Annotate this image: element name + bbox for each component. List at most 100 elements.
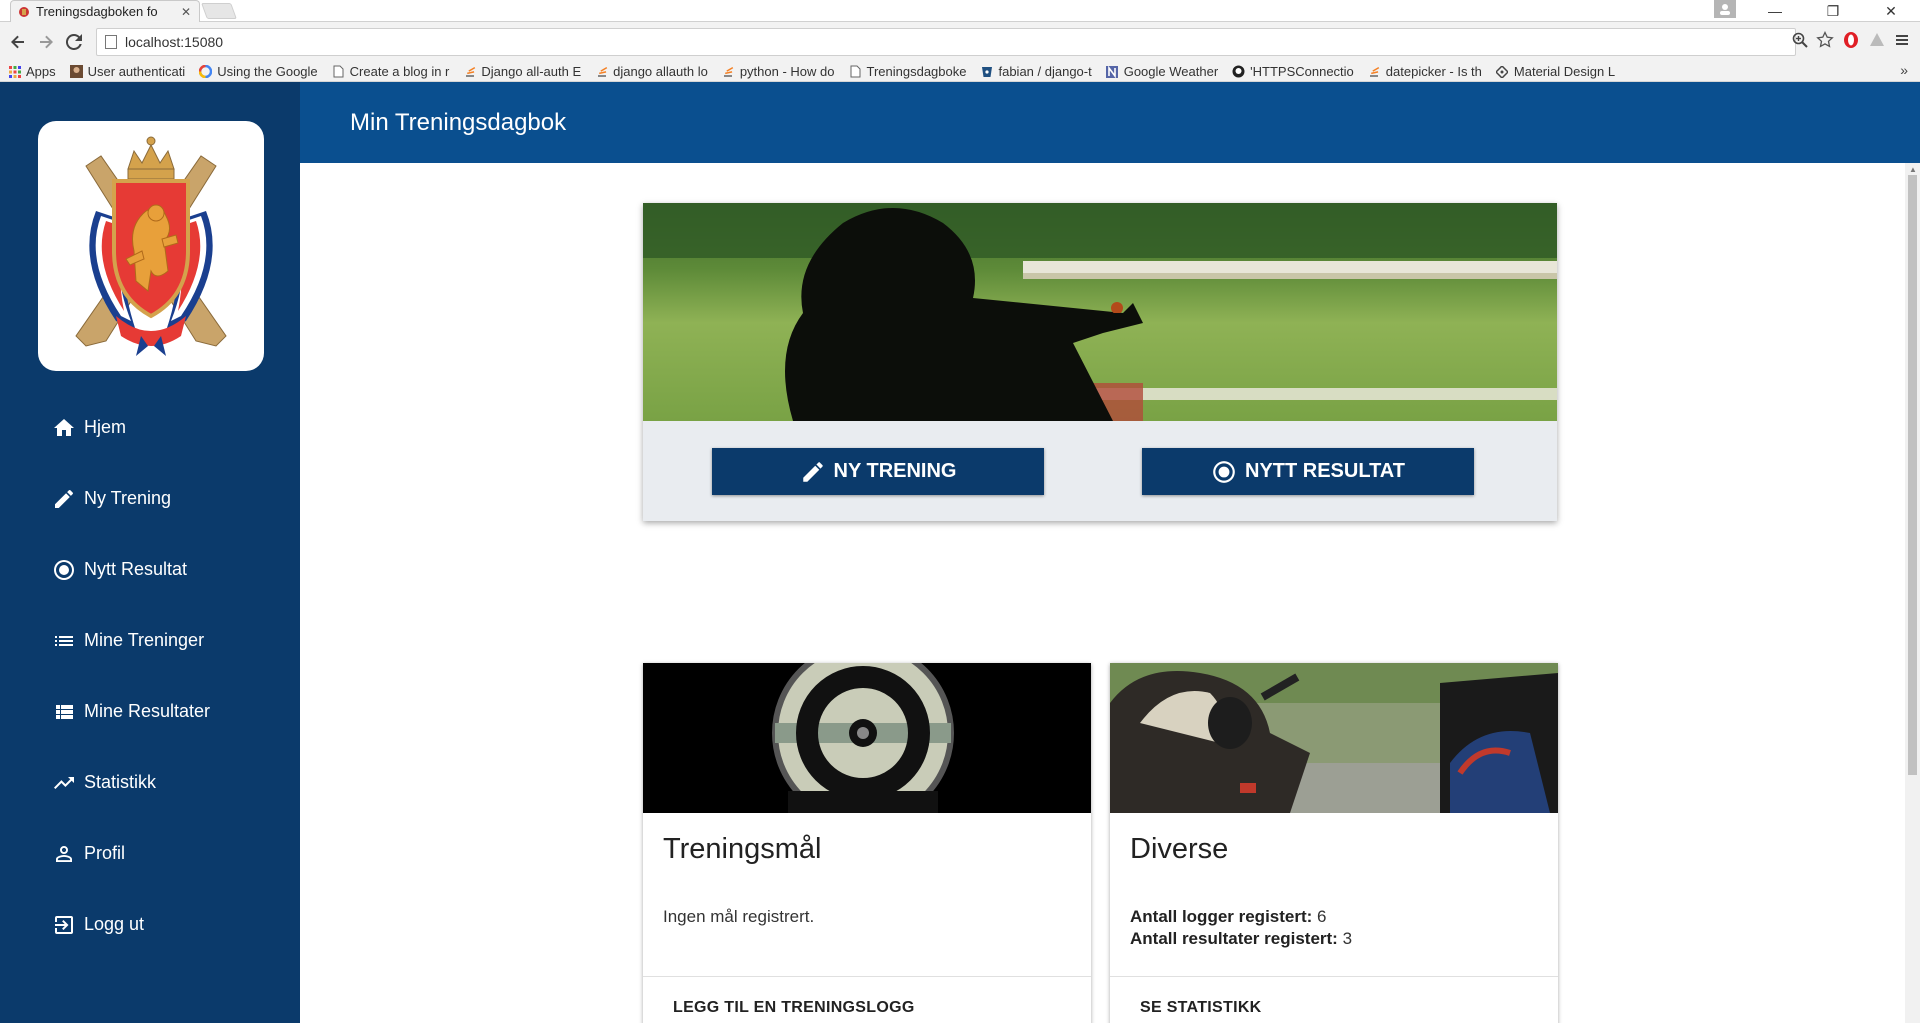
sidebar-item-label: Profil	[84, 843, 126, 863]
target-icon	[52, 558, 76, 582]
bookmark-label: Google Weather	[1123, 64, 1219, 79]
bookmarks-more-button[interactable]: »	[1900, 62, 1908, 78]
bookmark-item[interactable]: Treningsdagboke	[849, 64, 967, 79]
coat-of-arms-icon	[75, 136, 227, 356]
trending-icon	[52, 771, 76, 795]
sidebar-item-ny-trening[interactable]: Ny Trening	[0, 463, 300, 534]
minimize-icon[interactable]: —	[1746, 3, 1804, 19]
bookmark-label: fabian / django-t	[998, 64, 1092, 79]
scrollbar[interactable]: ▲	[1905, 163, 1920, 1023]
app-header: Min Treningsdagbok	[300, 82, 1920, 163]
profile-icon[interactable]	[1714, 0, 1736, 18]
google-icon	[199, 65, 213, 78]
se-statistikk-button[interactable]: SE STATISTIKK	[1130, 993, 1272, 1023]
bookmark-item[interactable]: datepicker - Is th	[1368, 64, 1482, 79]
sidebar-item-mine-resultater[interactable]: Mine Resultater	[0, 676, 300, 747]
bookmark-label: Django all-auth E	[481, 64, 582, 79]
sidebar: Hjem Ny Trening Nytt Resultat Mine Treni…	[0, 82, 300, 1023]
logo[interactable]	[38, 121, 264, 371]
hero-image	[643, 203, 1557, 421]
n-icon	[1106, 65, 1119, 78]
bookmark-item[interactable]: User authenticati	[69, 64, 185, 79]
legg-til-treningslogg-button[interactable]: LEGG TIL EN TRENINGSLOGG	[663, 993, 925, 1023]
ny-trening-label: NY TRENING	[833, 460, 957, 482]
bookmark-label: django allauth lo	[613, 64, 708, 79]
bookmark-label: Treningsdagboke	[866, 64, 967, 79]
bookmark-label: python - How do	[739, 64, 835, 79]
logout-icon	[52, 913, 76, 937]
no-goals-text: Ingen mål registrert.	[663, 907, 815, 926]
sidebar-item-label: Ny Trening	[84, 488, 172, 508]
bookmark-item[interactable]: Django all-auth E	[463, 64, 581, 79]
browser-toolbar: localhost:15080	[0, 22, 1920, 62]
bookmark-item[interactable]: Using the Google	[199, 64, 318, 79]
close-window-icon[interactable]: ✕	[1862, 3, 1920, 20]
favicon-icon	[17, 5, 31, 19]
url-text: localhost:15080	[125, 34, 224, 50]
stackoverflow-icon	[595, 65, 608, 78]
card-body: Antall logger registert: 6 Antall result…	[1130, 906, 1352, 950]
bookmark-item[interactable]: fabian / django-t	[980, 64, 1092, 79]
opera-icon[interactable]	[1842, 31, 1860, 54]
bookmark-item[interactable]: Google Weather	[1106, 64, 1218, 79]
back-arrow-icon[interactable]	[4, 28, 32, 56]
stat-label: Antall resultater registert:	[1130, 929, 1338, 948]
stackoverflow-icon	[1368, 65, 1381, 78]
menu-icon[interactable]	[1894, 32, 1910, 53]
sidebar-item-label: Hjem	[84, 417, 127, 437]
material-icon	[1496, 65, 1509, 78]
nytt-resultat-button[interactable]: NYTT RESULTAT	[1142, 448, 1474, 495]
card-title: Treningsmål	[663, 833, 822, 865]
stackoverflow-icon	[463, 65, 476, 78]
tab-title: Treningsdagboken fo	[36, 4, 158, 19]
apps-grid-icon	[8, 65, 21, 78]
bookmark-item[interactable]: django allauth lo	[595, 64, 708, 79]
new-tab-button[interactable]	[201, 3, 237, 19]
scrollbar-thumb[interactable]	[1908, 175, 1917, 775]
bookmark-label: Apps	[26, 64, 56, 79]
target-icon	[1211, 459, 1237, 485]
bookmark-label: datepicker - Is th	[1385, 64, 1482, 79]
bookmark-item[interactable]: Create a blog in r	[332, 64, 450, 79]
reload-icon[interactable]	[60, 28, 88, 56]
scope-image	[643, 663, 1091, 813]
tab-close-icon[interactable]: ✕	[179, 5, 193, 19]
sidebar-item-profil[interactable]: Profil	[0, 818, 300, 889]
card-divider	[643, 976, 1091, 977]
sidebar-item-nytt-resultat[interactable]: Nytt Resultat	[0, 534, 300, 605]
bookmark-item[interactable]: 'HTTPSConnectio	[1232, 64, 1354, 79]
browser-tab[interactable]: Treningsdagboken fo ✕	[10, 0, 200, 22]
pencil-icon	[52, 487, 76, 511]
extension-icon[interactable]	[1868, 31, 1886, 54]
sidebar-item-statistikk[interactable]: Statistikk	[0, 747, 300, 818]
page-icon	[849, 65, 862, 78]
stat-row: Antall resultater registert: 3	[1130, 928, 1352, 950]
bookmark-item[interactable]: Material Design L	[1496, 64, 1615, 79]
restore-icon[interactable]: ❐	[1804, 3, 1862, 20]
stat-value: 3	[1342, 929, 1353, 948]
table-icon	[52, 700, 76, 724]
scroll-up-icon[interactable]: ▲	[1909, 165, 1917, 174]
bitbucket-icon	[980, 65, 993, 78]
card-divider	[1110, 976, 1558, 977]
zoom-icon[interactable]	[1792, 32, 1808, 53]
address-bar[interactable]: localhost:15080	[96, 28, 1796, 56]
sidebar-item-logg-ut[interactable]: Logg ut	[0, 889, 300, 960]
sidebar-item-label: Statistikk	[84, 772, 157, 792]
stackoverflow-icon	[722, 65, 735, 78]
sidebar-item-mine-treninger[interactable]: Mine Treninger	[0, 605, 300, 676]
bookmarks-bar: Apps User authenticati Using the Google Cre…	[0, 62, 1920, 82]
forward-arrow-icon[interactable]	[32, 28, 60, 56]
stat-label: Antall logger registert:	[1130, 907, 1313, 926]
bookmark-label: Using the Google	[217, 64, 318, 79]
sidebar-item-hjem[interactable]: Hjem	[0, 392, 300, 463]
stat-value: 6	[1317, 907, 1327, 926]
ny-trening-button[interactable]: NY TRENING	[712, 448, 1044, 495]
bookmark-item[interactable]: python - How do	[722, 64, 835, 79]
star-icon[interactable]	[1816, 30, 1834, 54]
bookmark-item[interactable]: Apps	[8, 64, 56, 79]
app-root: Hjem Ny Trening Nytt Resultat Mine Treni…	[0, 82, 1920, 1023]
card-body: Ingen mål registrert.	[663, 906, 814, 928]
stat-row: Antall logger registert: 6	[1130, 906, 1352, 928]
bookmark-label: Create a blog in r	[349, 64, 450, 79]
